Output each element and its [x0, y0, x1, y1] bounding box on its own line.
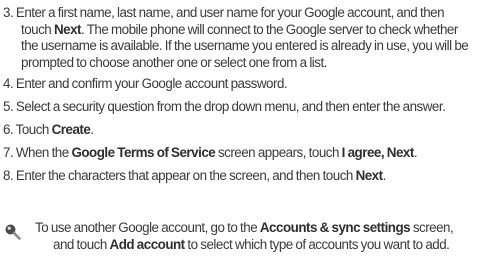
text-run: .: [382, 168, 387, 183]
bold-term: Accounts & sync settings: [259, 220, 411, 235]
bold-term: Next: [53, 21, 82, 37]
text-run: screen appears, touch: [215, 145, 342, 160]
text-run: screen,: [410, 220, 454, 235]
text-run: 3. Enter a first name, last name, and us…: [3, 5, 445, 20]
step-7: 7. When the Google Terms of Service scre…: [3, 145, 418, 162]
step-6: 6. Touch Create.: [3, 122, 94, 139]
text-line: 7. When the Google Terms of Service scre…: [3, 145, 418, 162]
text-run: . The mobile phone will connect to the G…: [81, 21, 458, 37]
text-line: 6. Touch Create.: [3, 122, 94, 139]
bold-term: Next: [355, 168, 384, 183]
step-4: 4. Enter and confirm your Google account…: [3, 76, 288, 93]
step-3: 3. Enter a first name, last name, and us…: [3, 5, 469, 72]
text-run: 5. Select a security question from the d…: [3, 99, 446, 114]
tip-note: To use another Google account, go to the…: [0, 220, 504, 260]
text-line: 4. Enter and confirm your Google account…: [3, 76, 288, 93]
bold-term: I agree, Next: [341, 145, 415, 160]
bold-term: Google Terms of Service: [71, 145, 216, 160]
text-line: touch Next. The mobile phone will connec…: [3, 22, 468, 39]
text-run: 7. When the: [3, 145, 72, 160]
text-run: prompted to choose another one or select…: [21, 54, 327, 70]
text-run: touch: [21, 21, 54, 37]
text-run: and touch: [53, 236, 110, 252]
tip-magnifier-icon: [4, 223, 22, 241]
text-run: 8. Enter the characters that appear on t…: [3, 168, 356, 183]
step-8: 8. Enter the characters that appear on t…: [3, 168, 386, 185]
bold-term: Create: [51, 122, 91, 137]
text-run: .: [413, 145, 418, 160]
text-line: 3. Enter a first name, last name, and us…: [3, 5, 468, 22]
text-line: 8. Enter the characters that appear on t…: [3, 168, 386, 185]
text-line: To use another Google account, go to the…: [35, 220, 454, 237]
bold-term: Add account: [109, 236, 186, 252]
text-line: 5. Select a security question from the d…: [3, 99, 446, 116]
text-run: 6. Touch: [3, 122, 52, 137]
text-run: to select which type of accounts you wan…: [184, 236, 450, 252]
text-line: prompted to choose another one or select…: [3, 55, 468, 72]
tip-note-text: To use another Google account, go to the…: [35, 220, 454, 254]
text-run: the username is available. If the userna…: [21, 38, 469, 54]
text-run: To use another Google account, go to the: [35, 220, 260, 235]
text-line: and touch Add account to select which ty…: [35, 237, 453, 254]
text-line: the username is available. If the userna…: [3, 38, 469, 55]
text-run: .: [90, 122, 94, 137]
step-5: 5. Select a security question from the d…: [3, 99, 446, 116]
text-run: 4. Enter and confirm your Google account…: [3, 76, 288, 91]
